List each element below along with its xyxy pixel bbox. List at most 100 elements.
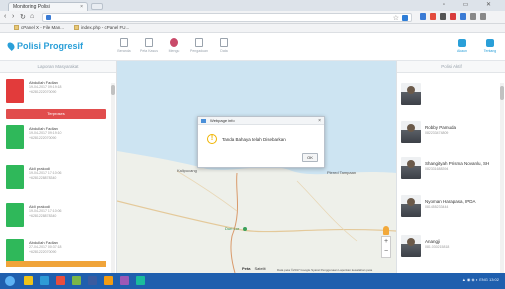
reload-icon[interactable]: ↻ [20,13,26,21]
map-pin-icon [170,38,178,47]
map-label: Duri Lor [225,226,240,231]
taskbar-app-icon[interactable] [24,276,33,285]
file-icon [195,38,203,47]
scrollbar-thumb[interactable] [500,86,504,100]
browser-tab[interactable]: Monitoring Polisi × [8,2,88,11]
officer-photo [401,121,421,143]
map-label: Plered Tampaan [327,170,356,175]
officer-item[interactable]: Nyoman Harapasa, IPDA 081455233444 [401,195,501,225]
folder-icon [74,25,79,30]
zoom-in-button[interactable]: + [382,237,390,247]
reports-scrollbar[interactable] [111,83,115,273]
folder-icon [14,25,19,30]
reports-panel-title: Laporan Masyarakat [0,61,116,73]
window-controls[interactable]: ▫ ▭ ✕ [443,1,499,8]
address-bar-row: ‹ › ↻ ⌂ ☆ [0,11,505,24]
warning-icon: ! [207,134,217,144]
extension-icon[interactable] [460,13,466,20]
zoom-out-button[interactable]: − [382,247,390,257]
officers-scrollbar[interactable] [500,83,504,273]
dialog-title: Webpage info [210,118,235,123]
officer-photo [401,83,421,105]
officer-photo [401,157,421,179]
extension-icon[interactable] [450,13,456,20]
officer-item[interactable] [401,83,501,113]
officer-item[interactable]: Shangityah Prisma Novanlu, SH 0823316883… [401,157,501,187]
street-view-icon[interactable] [383,226,389,235]
dialog-titlebar: Webpage info × [198,117,324,125]
taskbar-app-icon[interactable] [104,276,113,285]
brand-name: Polisi Progresif [17,41,84,51]
orange-progress-bar [6,261,106,267]
taskbar-app-icon[interactable] [72,276,81,285]
browser-tab-bar: Monitoring Polisi × ▫ ▭ ✕ [0,0,505,11]
extension-icon[interactable] [420,13,426,20]
scrollbar-thumb[interactable] [111,85,115,95]
site-info-icon[interactable] [46,15,51,20]
extension-icon[interactable] [440,13,446,20]
process-button[interactable]: Terproses [6,109,106,119]
report-item[interactable]: Aldi prakodi 19-04-2017 17:10:06 +628122… [6,165,106,191]
taskbar-app-icon[interactable] [40,276,49,285]
home-icon[interactable]: ⌂ [30,13,34,20]
clipboard-icon [220,38,228,47]
nav-item-peta-kasus[interactable]: Peta Kasus [139,38,159,53]
officer-item[interactable]: Robby Pamuda 082233474809 [401,121,501,151]
taskbar-app-icon[interactable] [120,276,129,285]
report-item[interactable]: Abdullah Fadlan 19-04-2017 09:19:10 +628… [6,125,106,151]
nav-item-data[interactable]: Data [214,38,234,53]
tab-close-icon[interactable]: × [80,4,83,10]
officer-item[interactable]: Anangji 081.030215818 [401,235,501,265]
status-marker [6,125,24,149]
officer-phone: 081455233444 [425,205,449,209]
document-icon [145,38,153,47]
menu-icon[interactable] [480,13,486,20]
map-type-switch[interactable]: Peta Satelit [242,266,266,271]
dialog-close-icon[interactable]: × [318,117,321,125]
map-pin-icon [6,41,16,51]
ok-button[interactable]: OK [302,153,318,162]
start-button[interactable] [5,276,15,286]
extension-icon[interactable] [470,13,476,20]
nav-item-tentang[interactable]: Tentang [480,39,500,53]
taskbar-app-icon[interactable] [56,276,65,285]
windows-taskbar: ▲ ◉ ◈ ◗ ENG 13:02 [0,273,505,289]
officer-name: Anangji [425,239,441,244]
forward-icon[interactable]: › [12,13,14,20]
bookmark-item[interactable]: index.php - cPanel FU... [74,25,129,30]
officer-phone: 082331688394 [425,167,449,171]
officer-photo [401,195,421,217]
app-header: Polisi Progresif Beranda Peta Kasus Meng… [0,33,505,61]
nav-item-mengu[interactable]: Mengu [164,38,184,53]
report-phone: +6281222070090 [29,90,57,94]
status-marker [6,165,24,189]
system-tray[interactable]: ▲ ◉ ◈ ◗ ENG 13:02 [462,277,499,282]
status-marker [6,203,24,227]
back-icon[interactable]: ‹ [4,13,6,20]
report-item[interactable]: Aldi prakodi 19-04-2017 17:10:06 +628122… [6,203,106,229]
extension-icon[interactable] [430,13,436,20]
reports-panel: Laporan Masyarakat Abdullah Fadlan 19-04… [0,61,117,273]
url-input[interactable]: ☆ [42,13,412,22]
window-icon [201,119,206,123]
nav-item-beranda[interactable]: Beranda [114,38,134,53]
taskbar-app-icon[interactable] [88,276,97,285]
zoom-control[interactable]: + − [381,236,391,258]
nav-item-akaun[interactable]: Akaun [452,39,472,53]
report-item[interactable]: Abdullah Fadlan 19-04-2017 09:19:18 +628… [6,79,106,105]
extension-icon[interactable] [402,15,408,21]
officer-phone: 082233474809 [425,131,449,135]
map-type-option[interactable]: Satelit [254,266,265,271]
bookmark-item[interactable]: cPanel X - File Man... [14,25,64,30]
nav-item-pengaduan[interactable]: Pengaduan [189,38,209,53]
bookmark-star-icon[interactable]: ☆ [393,14,399,22]
map-type-option[interactable]: Peta [242,266,250,271]
taskbar-app-icon[interactable] [136,276,145,285]
officer-photo [401,235,421,257]
brand[interactable]: Polisi Progresif [6,41,84,51]
officer-name: Shangityah Prisma Novanlu, SH [425,161,490,166]
officer-name: Nyoman Harapasa, IPDA [425,199,476,204]
bookmarks-bar: cPanel X - File Man... index.php - cPane… [0,24,505,33]
new-tab-button[interactable] [91,3,103,10]
map-label: Kalipucang [177,168,197,173]
